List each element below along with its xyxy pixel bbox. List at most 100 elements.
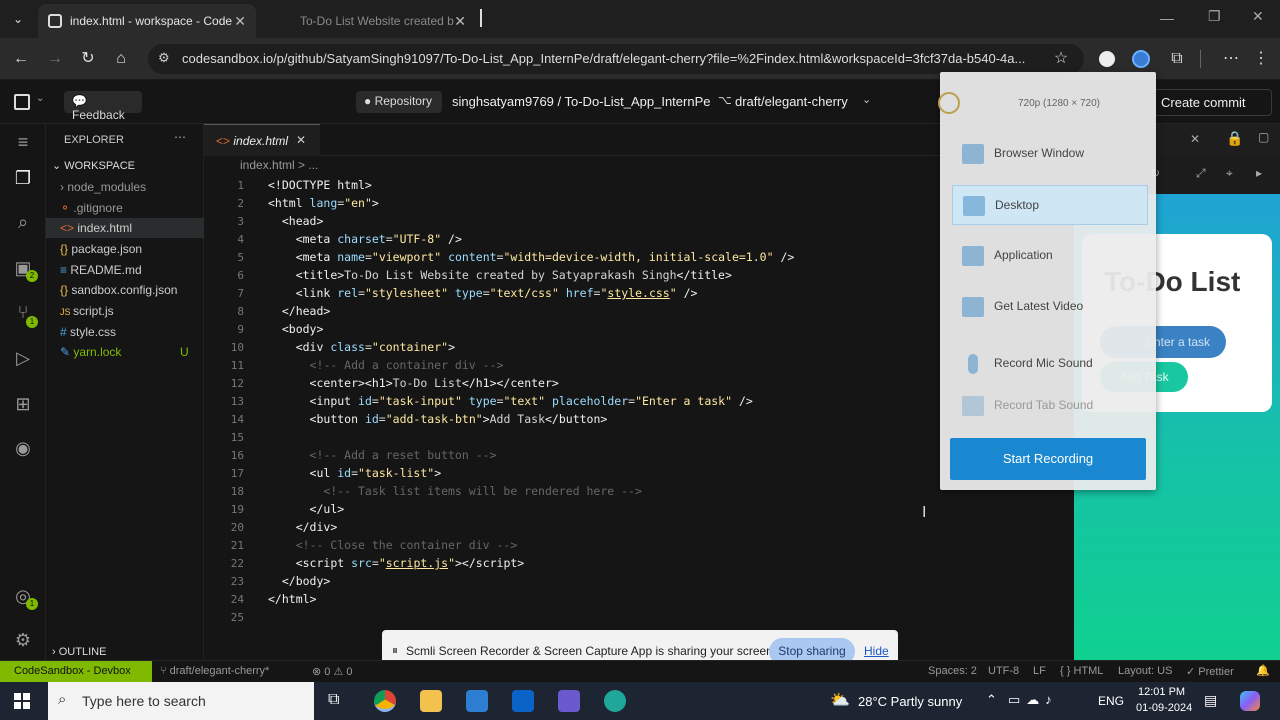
close-icon[interactable]: ✕ xyxy=(234,13,246,30)
tab-search-icon[interactable]: ⌄ xyxy=(8,9,28,29)
github-icon[interactable]: ◉ xyxy=(11,436,35,460)
microphone-icon xyxy=(968,354,978,374)
status-encoding[interactable]: UTF-8 xyxy=(988,665,1019,677)
close-icon[interactable]: ✕ xyxy=(1190,132,1200,146)
tree-item-script-js[interactable]: JS script.js xyxy=(46,301,204,321)
tree-item-yarn-lock[interactable]: ✎ yarn.lock U xyxy=(46,342,204,362)
chevron-down-icon[interactable]: ⌄ xyxy=(862,93,871,106)
repo-path[interactable]: singhsatyam9769 / To-Do-List_App_InternP… xyxy=(452,94,710,109)
record-desktop-option[interactable]: Desktop xyxy=(952,185,1148,225)
extension-icon[interactable] xyxy=(1099,51,1115,67)
resolution-select[interactable]: 720p (1280 × 720) xyxy=(1018,98,1100,109)
menu-dots-icon[interactable]: ⋯ xyxy=(1220,48,1242,70)
close-icon[interactable]: ✕ xyxy=(296,133,306,147)
tree-item-gitignore[interactable]: ⚬ .gitignore xyxy=(46,198,204,218)
breadcrumb[interactable]: index.html > ... xyxy=(240,158,318,172)
outline-header[interactable]: › OUTLINE xyxy=(52,646,106,658)
input-language[interactable]: ENG xyxy=(1098,694,1124,708)
workspace-header[interactable]: ⌄ WORKSPACE xyxy=(52,159,135,172)
bookmark-star-icon[interactable]: ☆ xyxy=(1050,48,1072,70)
chrome-menu-icon[interactable]: ⋮ xyxy=(1250,48,1272,70)
json-icon: {} xyxy=(60,283,72,297)
tree-item-node-modules[interactable]: › node_modules xyxy=(46,177,204,197)
recorder-extension-icon[interactable] xyxy=(1132,50,1150,68)
site-info-icon[interactable]: ⚙ xyxy=(158,50,170,66)
search-icon[interactable]: ⌕ xyxy=(11,210,35,234)
lock-icon[interactable]: 🔒 xyxy=(1226,130,1243,147)
status-language[interactable]: { } HTML xyxy=(1060,665,1103,677)
task-view-icon[interactable]: ⧉ xyxy=(328,691,339,709)
hamburger-icon[interactable]: ≡ xyxy=(11,130,35,154)
tree-item-sandbox-config[interactable]: {} sandbox.config.json xyxy=(46,280,204,300)
browser-tab-active[interactable]: index.html - workspace - Code ✕ xyxy=(38,4,256,38)
new-tab-icon[interactable] xyxy=(480,9,482,27)
editor-tab-index-html[interactable]: <> index.html ✕ xyxy=(204,124,320,156)
record-browser-window-option[interactable]: Browser Window xyxy=(952,134,1148,174)
vscode-icon[interactable] xyxy=(558,690,580,712)
open-external-icon[interactable]: ▸ xyxy=(1256,166,1262,180)
chrome-icon[interactable] xyxy=(374,690,396,712)
copilot-icon[interactable] xyxy=(1240,691,1260,711)
status-problems[interactable]: ⊗ 0 ⚠ 0 xyxy=(312,665,353,678)
devbox-indicator[interactable]: CodeSandbox - Devbox xyxy=(0,661,152,683)
record-tab-sound-toggle[interactable]: Record Tab Sound xyxy=(952,386,1148,426)
get-latest-video-option[interactable]: Get Latest Video xyxy=(952,287,1148,327)
minimize-icon[interactable]: — xyxy=(1160,10,1174,26)
branch-name[interactable]: draft/elegant-cherry xyxy=(735,94,848,109)
status-prettier[interactable]: ✓ Prettier xyxy=(1186,665,1234,678)
tray-icons[interactable]: ▭☁♪ xyxy=(1008,692,1058,708)
tray-chevron-icon[interactable]: ⌃ xyxy=(986,692,997,708)
restore-icon[interactable]: ❐ xyxy=(1208,8,1221,25)
notification-badge: 1 xyxy=(26,316,38,328)
back-icon[interactable]: ← xyxy=(10,48,32,70)
desktop-icon xyxy=(963,196,985,216)
hide-link[interactable]: Hide xyxy=(864,644,889,658)
mail-icon[interactable] xyxy=(512,690,534,712)
tree-item-package-json[interactable]: {} package.json xyxy=(46,239,204,259)
target-icon[interactable]: ⌖ xyxy=(1226,166,1233,181)
weather-text[interactable]: 28°C Partly sunny xyxy=(858,694,962,709)
more-actions-icon[interactable]: ⋯ xyxy=(174,130,186,144)
extensions-icon[interactable]: ⊞ xyxy=(11,392,35,416)
edge-icon[interactable] xyxy=(604,690,626,712)
bell-icon[interactable]: 🔔 xyxy=(1256,664,1270,677)
reload-icon[interactable]: ↻ xyxy=(77,48,99,70)
html-icon: <> xyxy=(216,134,234,148)
notifications-icon[interactable]: ▤ xyxy=(1204,692,1217,709)
menu-square-icon[interactable] xyxy=(14,94,30,110)
start-recording-button[interactable]: Start Recording xyxy=(950,438,1146,480)
forward-icon[interactable]: → xyxy=(44,48,66,70)
tree-item-style-css[interactable]: # style.css xyxy=(46,322,204,342)
repository-button[interactable]: ● Repository xyxy=(356,91,442,113)
browser-tab-inactive[interactable]: To-Do List Website created b ✕ xyxy=(264,4,476,38)
windows-start-icon[interactable] xyxy=(14,693,30,709)
status-branch[interactable]: ⑂ draft/elegant-cherry* xyxy=(160,665,269,677)
file-explorer-icon[interactable] xyxy=(420,690,442,712)
home-icon[interactable]: ⌂ xyxy=(110,48,132,70)
create-commit-button[interactable]: Create commit ⌄ xyxy=(1150,89,1272,116)
run-debug-icon[interactable]: ▷ xyxy=(11,346,35,370)
expand-icon[interactable]: ⤢ xyxy=(1196,166,1206,181)
status-spaces[interactable]: Spaces: 2 xyxy=(928,665,977,677)
tree-item-index-html[interactable]: <> index.html xyxy=(46,218,204,238)
record-mic-sound-toggle[interactable]: Record Mic Sound xyxy=(952,344,1148,384)
terminal-icon[interactable]: ▢ xyxy=(1258,130,1269,144)
store-icon[interactable] xyxy=(466,690,488,712)
files-icon[interactable]: ❐ xyxy=(11,166,35,190)
taskbar-search-input[interactable]: ⌕ Type here to search xyxy=(48,682,314,720)
taskbar-date[interactable]: 01-09-2024 xyxy=(1136,702,1192,714)
status-layout[interactable]: Layout: US xyxy=(1118,665,1172,677)
extensions-puzzle-icon[interactable]: ⧉ xyxy=(1166,48,1188,70)
url-input[interactable]: ⚙ codesandbox.io/p/github/SatyamSingh910… xyxy=(148,44,1084,74)
settings-gear-icon[interactable]: ⚙ xyxy=(11,628,35,652)
tree-item-readme[interactable]: ≡ README.md xyxy=(46,260,204,280)
taskbar-time[interactable]: 12:01 PM xyxy=(1138,686,1185,698)
close-window-icon[interactable]: ✕ xyxy=(1252,8,1264,25)
json-icon: {} xyxy=(60,242,72,256)
chevron-down-icon[interactable]: ⌄ xyxy=(36,93,44,104)
record-application-option[interactable]: Application xyxy=(952,236,1148,276)
close-icon[interactable]: ✕ xyxy=(454,13,466,30)
browser-tab-bar: ⌄ index.html - workspace - Code ✕ To-Do … xyxy=(0,0,1280,38)
feedback-button[interactable]: 💬 Feedback xyxy=(64,91,142,122)
status-eol[interactable]: LF xyxy=(1033,665,1046,677)
